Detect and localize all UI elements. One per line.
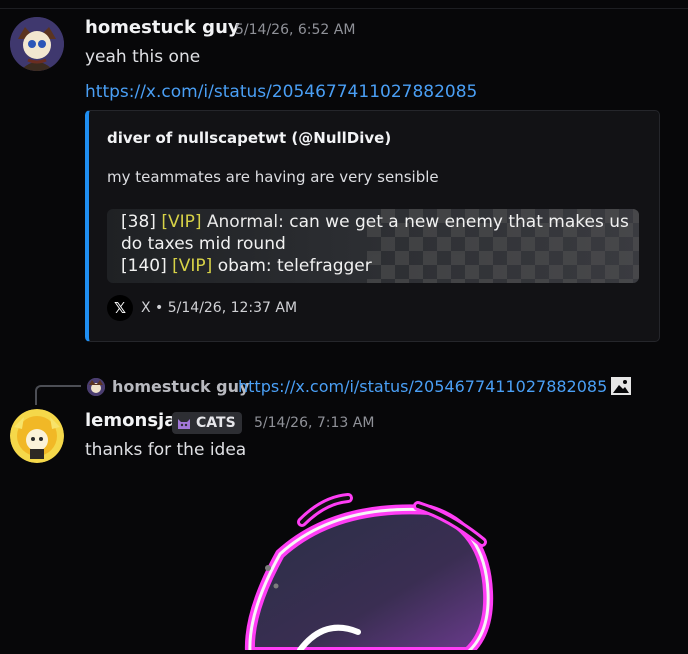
message-timestamp: 5/14/26, 7:13 AM [254, 415, 375, 431]
link-embed[interactable]: diver of nullscapetwt (@NullDive) my tea… [85, 110, 660, 342]
top-divider [0, 8, 688, 9]
chat-text: do taxes mid round [121, 234, 286, 254]
image-icon-graphic [611, 377, 631, 395]
message-author[interactable]: lemonsja [85, 410, 176, 431]
server-tag-badge[interactable]: CATS [172, 412, 242, 434]
chat-user: obam: [217, 256, 272, 276]
embed-footer-text: X • 5/14/26, 12:37 AM [141, 300, 298, 316]
x-logo-icon: 𝕏 [107, 295, 133, 321]
embed-description: my teammates are having are very sensibl… [107, 168, 439, 186]
reply-avatar-image [87, 378, 105, 396]
embed-footer: 𝕏 X • 5/14/26, 12:37 AM [107, 295, 297, 321]
message-text: thanks for the idea [85, 440, 247, 460]
message-author[interactable]: homestuck guy [85, 17, 240, 38]
avatar-image [10, 17, 64, 71]
message-text: yeah this one [85, 47, 201, 67]
message-timestamp: 5/14/26, 6:52 AM [235, 22, 356, 38]
sticker-image[interactable] [220, 482, 520, 654]
sticker-graphic [244, 493, 494, 654]
embed-image[interactable]: [38] [VIP] Anormal: can we get a new ene… [107, 209, 639, 283]
chat-user: Anormal: [206, 212, 284, 232]
badge-label: CATS [196, 415, 236, 431]
chat-line: [140] [VIP] obam: telefragger [121, 255, 372, 277]
chat-text: can we get a new enemy that makes us [289, 212, 629, 232]
reply-avatar[interactable] [87, 378, 105, 396]
avatar[interactable] [10, 409, 64, 463]
chat-number: [140] [121, 256, 167, 276]
vip-tag: [VIP] [172, 256, 213, 276]
reply-spine [35, 385, 81, 405]
message-link[interactable]: https://x.com/i/status/20546774110278820… [85, 82, 477, 102]
reply-preview-link[interactable]: https://x.com/i/status/20546774110278820… [238, 377, 607, 396]
image-icon [611, 377, 631, 395]
reply-author[interactable]: homestuck guy [112, 377, 249, 396]
vip-tag: [VIP] [161, 212, 202, 232]
chat-number: [38] [121, 212, 156, 232]
chat-line: do taxes mid round [121, 233, 286, 255]
avatar-image [10, 409, 64, 463]
chat-text: telefragger [277, 256, 372, 276]
cat-icon [176, 415, 192, 431]
chat-line: [38] [VIP] Anormal: can we get a new ene… [121, 211, 629, 233]
avatar[interactable] [10, 17, 64, 71]
embed-author[interactable]: diver of nullscapetwt (@NullDive) [107, 129, 391, 147]
